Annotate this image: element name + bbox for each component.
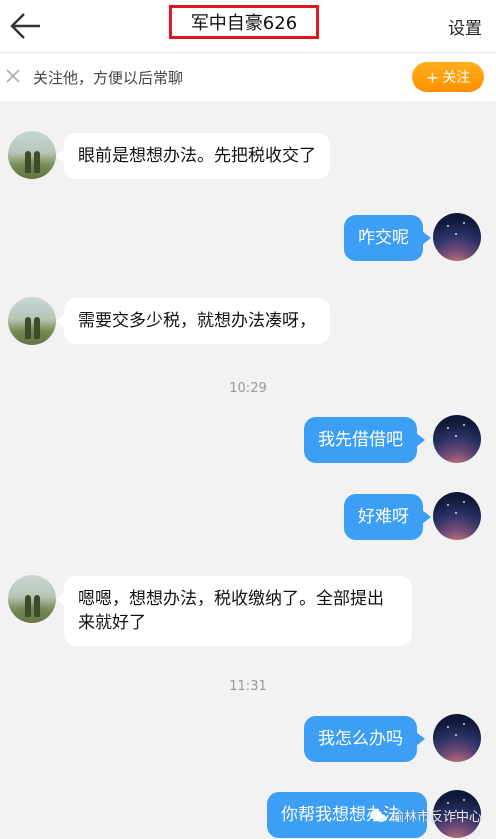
message-bubble-sent: 咋交呢 xyxy=(344,215,431,261)
contact-avatar[interactable] xyxy=(8,575,56,623)
settings-button[interactable]: 设置 xyxy=(448,14,482,39)
message-bubble-sent: 好难呀 xyxy=(344,494,431,540)
chat-title: 军中自豪626 xyxy=(169,5,319,39)
user-avatar[interactable] xyxy=(433,492,481,540)
watermark: 榆林市反诈中心 xyxy=(369,806,482,825)
user-avatar[interactable] xyxy=(433,415,481,463)
follow-button-label: 关注 xyxy=(442,70,471,86)
user-avatar[interactable] xyxy=(433,714,481,762)
message-bubble-received: 嗯嗯，想想办法，税收缴纳了。全部提出来就好了 xyxy=(56,576,412,646)
user-avatar[interactable] xyxy=(433,213,481,261)
watermark-text: 榆林市反诈中心 xyxy=(390,810,482,825)
message-bubble-sent: 我怎么办吗 xyxy=(304,716,425,762)
message-timestamp: 11:31 xyxy=(229,679,267,694)
wechat-icon xyxy=(369,809,386,822)
contact-avatar[interactable] xyxy=(8,297,56,345)
close-icon[interactable] xyxy=(5,68,21,84)
back-arrow-icon[interactable] xyxy=(8,10,42,42)
plus-icon: + xyxy=(425,67,440,87)
message-bubble-received: 眼前是想想办法。先把税收交了 xyxy=(56,133,330,179)
contact-avatar[interactable] xyxy=(8,131,56,179)
follow-prompt-bar: 关注他，方便以后常聊 + 关注 xyxy=(0,53,496,101)
message-bubble-received: 需要交多少税，就想办法凑呀， xyxy=(56,298,330,344)
top-bar: 军中自豪626 设置 xyxy=(0,0,496,53)
message-timestamp: 10:29 xyxy=(229,381,267,396)
follow-button[interactable]: + 关注 xyxy=(412,62,484,92)
message-bubble-sent: 我先借借吧 xyxy=(304,417,425,463)
follow-prompt-text: 关注他，方便以后常聊 xyxy=(33,69,184,87)
